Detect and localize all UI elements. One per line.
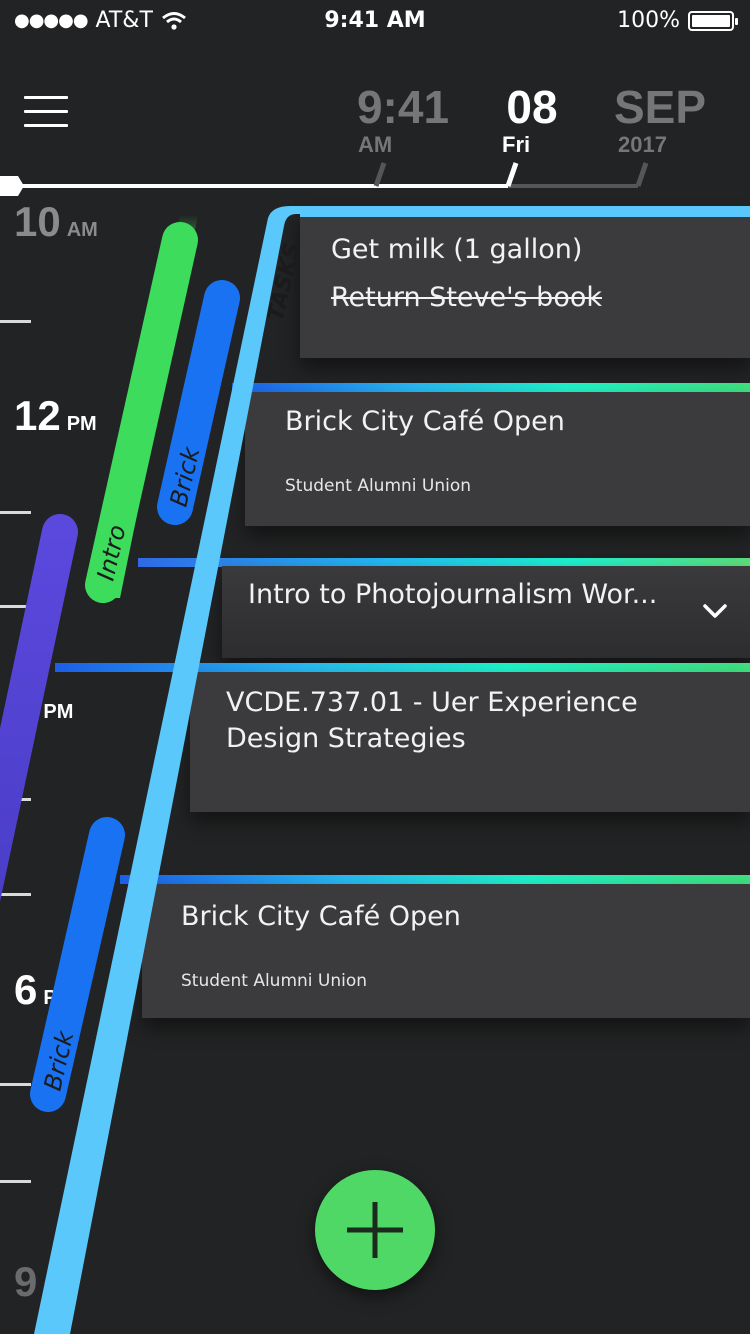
plus-icon <box>347 1202 403 1258</box>
track-purple[interactable] <box>0 514 78 902</box>
add-event-button[interactable] <box>315 1170 435 1290</box>
timeline-tracks: TASKS Intro Brick Brick <box>0 206 750 1334</box>
